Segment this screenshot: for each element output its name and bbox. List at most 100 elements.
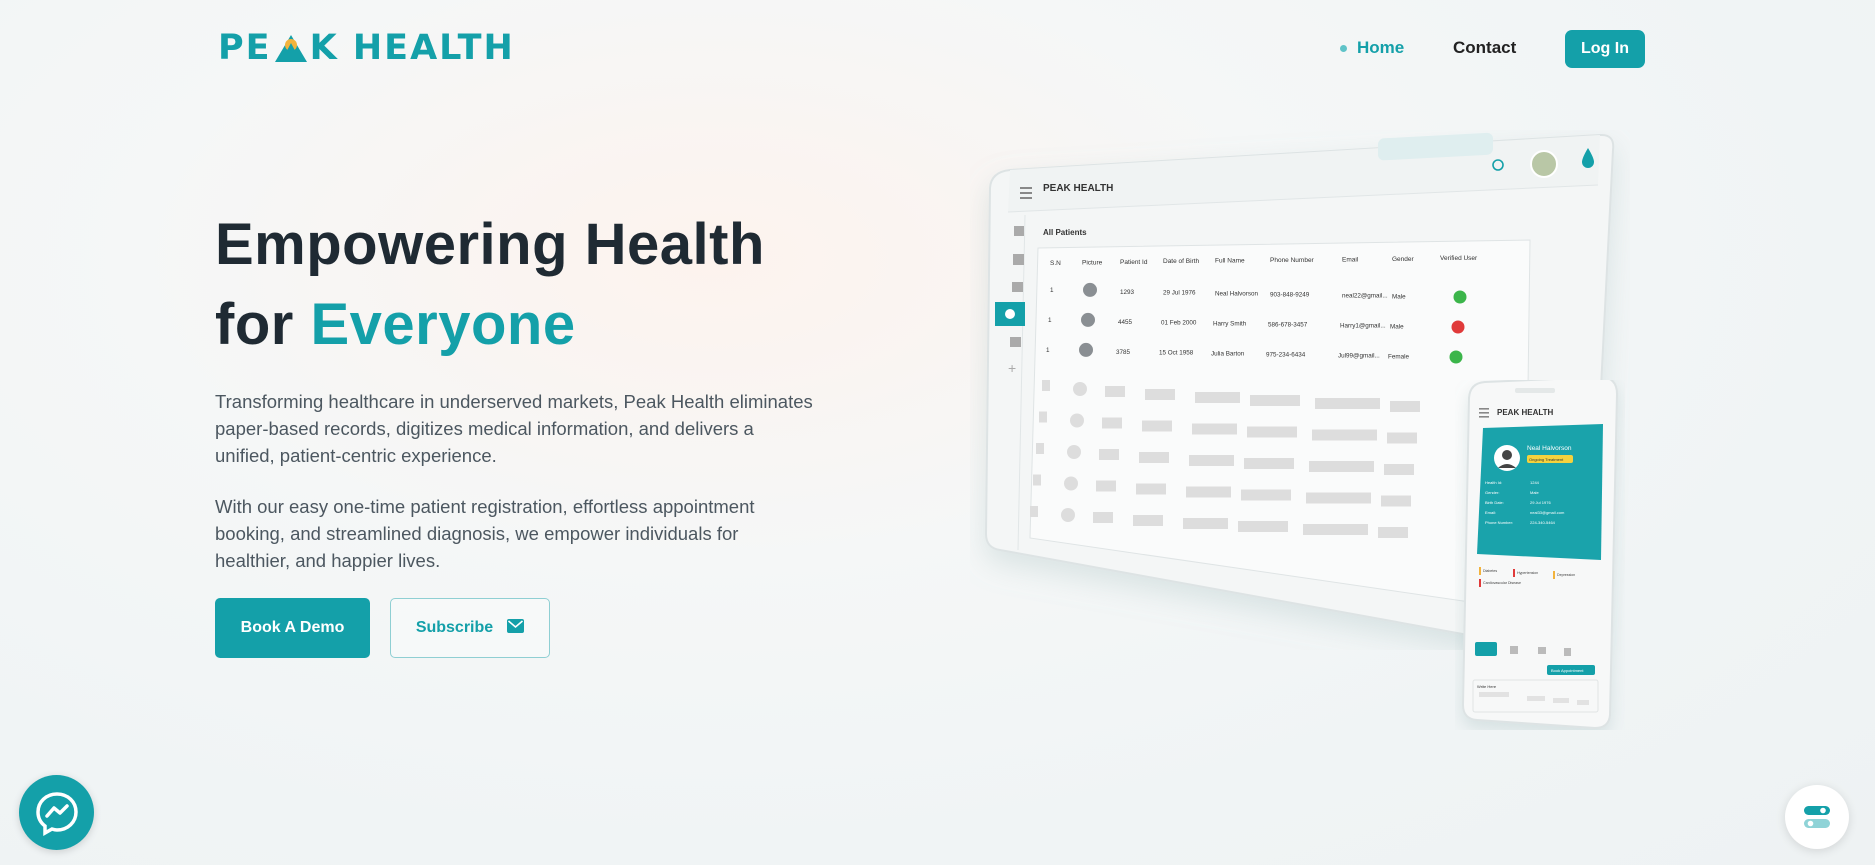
nav-home-link[interactable]: Home xyxy=(1340,38,1404,58)
tablet-column-header: Patient Id xyxy=(1120,259,1148,266)
skeleton-avatar xyxy=(1073,382,1087,396)
phone-tag-marker xyxy=(1553,571,1555,579)
tablet-cell: 1293 xyxy=(1120,289,1135,296)
hero-title: Empowering Health for Everyone xyxy=(215,205,765,365)
skeleton-cell xyxy=(1241,489,1291,501)
skeleton-avatar xyxy=(1067,445,1081,459)
phone-brand: PEAK HEALTH xyxy=(1497,408,1554,417)
product-mockup: PEAK HEALTH + All Patients S.N Picture Pat… xyxy=(970,130,1650,730)
skeleton-cell xyxy=(1315,398,1380,409)
tablet-cell: 975-234-6434 xyxy=(1266,352,1306,359)
skeleton-cell xyxy=(1192,423,1237,435)
skeleton-cell xyxy=(1384,464,1414,475)
tablet-patient-avatar xyxy=(1081,312,1095,327)
login-button[interactable]: Log In xyxy=(1565,30,1645,68)
phone-tag-marker xyxy=(1479,567,1481,575)
skeleton-cell xyxy=(1387,432,1417,444)
phone-field-value: 224-340-5464 xyxy=(1530,520,1556,525)
tablet-cell: 01 Feb 2000 xyxy=(1161,320,1197,327)
mail-icon xyxy=(507,618,525,638)
peak-health-logo[interactable]: PE K HEALTH xyxy=(218,28,515,68)
verified-check-icon xyxy=(1449,350,1463,364)
phone-tab-2 xyxy=(1510,646,1518,654)
tablet-cell: 4455 xyxy=(1118,319,1133,326)
skeleton-cell xyxy=(1238,521,1288,532)
skeleton-cell xyxy=(1139,452,1169,463)
tablet-patient-avatar xyxy=(1083,282,1097,297)
skeleton-cell xyxy=(1036,443,1044,454)
skeleton-cell xyxy=(1030,506,1038,517)
skeleton-cell xyxy=(1189,455,1234,466)
book-demo-button[interactable]: Book A Demo xyxy=(215,598,370,658)
skeleton-cell xyxy=(1183,518,1228,529)
tablet-cell: Jul99@gmail... xyxy=(1338,352,1380,359)
subscribe-button[interactable]: Subscribe xyxy=(390,598,550,658)
skeleton-cell xyxy=(1042,380,1050,391)
tablet-cell: 15 Oct 1958 xyxy=(1159,350,1194,357)
skeleton-cell xyxy=(1093,512,1113,523)
tablet-cell: Julia Barton xyxy=(1211,351,1245,358)
tablet-records-icon xyxy=(1010,337,1021,347)
skeleton-cell xyxy=(1378,527,1408,538)
skeleton-cell xyxy=(1309,461,1374,472)
hero-paragraph-1: Transforming healthcare in underserved m… xyxy=(215,391,813,466)
phone-field-label: Birth Date: xyxy=(1485,500,1504,505)
tablet-cell: Female xyxy=(1388,353,1409,360)
phone-field-label: Phone Number: xyxy=(1485,520,1513,525)
tablet-cell: Neal Halvorson xyxy=(1215,291,1259,298)
logo-mountain-icon xyxy=(274,33,308,63)
tablet-cell: 1 xyxy=(1046,347,1050,354)
skeleton-cell xyxy=(1105,386,1125,397)
tablet-column-header: Email xyxy=(1342,256,1359,263)
skeleton-cell xyxy=(1250,395,1300,406)
phone-book-label: Book Appointment xyxy=(1551,668,1584,673)
skeleton-cell xyxy=(1390,401,1420,412)
tablet-cell: Harry1@gmail... xyxy=(1340,322,1386,329)
skeleton-cell xyxy=(1039,411,1047,423)
skeleton-cell xyxy=(1033,474,1041,486)
phone-mockup: PEAK HEALTH Neal Halvorson Ongoing Treat… xyxy=(1461,380,1619,730)
phone-field-label: Gender: xyxy=(1485,490,1499,495)
tablet-cell: Harry Smith xyxy=(1213,321,1247,328)
tablet-cell: 586-678-3457 xyxy=(1268,322,1308,329)
tablet-column-header: Verified User xyxy=(1440,255,1478,262)
phone-patient-name: Neal Halvorson xyxy=(1527,445,1572,452)
tablet-column-header: Picture xyxy=(1082,259,1103,266)
tablet-cell: 3785 xyxy=(1116,349,1131,356)
tablet-column-header: Date of Birth xyxy=(1163,258,1200,265)
phone-tab-active xyxy=(1475,642,1497,656)
skeleton-cell xyxy=(1136,483,1166,495)
skeleton-cell xyxy=(1186,486,1231,498)
hero-title-line2: for Everyone xyxy=(215,285,765,365)
unverified-x-icon xyxy=(1451,320,1465,334)
tablet-column-header: Full Name xyxy=(1215,258,1245,265)
skeleton-cell xyxy=(1102,417,1122,429)
phone-tag-marker xyxy=(1479,579,1481,587)
phone-tab-3 xyxy=(1538,647,1546,654)
skeleton-cell xyxy=(1312,429,1377,441)
tablet-add-icon: + xyxy=(1008,360,1016,376)
phone-menu-icon xyxy=(1479,408,1489,418)
nav-home-label: Home xyxy=(1357,38,1405,57)
phone-field-label: Health Id: xyxy=(1485,480,1502,485)
phone-field-value: 29 Jul 1976 xyxy=(1530,500,1551,505)
phone-tag: Depression xyxy=(1557,573,1575,577)
skeleton-cell xyxy=(1133,515,1163,526)
dot-icon xyxy=(1340,44,1347,52)
skeleton-cell xyxy=(1099,449,1119,460)
hero-title-line1: Empowering Health xyxy=(215,212,765,277)
tablet-cell: Male xyxy=(1390,323,1404,330)
nav-contact-link[interactable]: Contact xyxy=(1453,38,1516,58)
skeleton-cell xyxy=(1306,492,1371,504)
settings-toggle-widget[interactable] xyxy=(1785,785,1849,849)
tablet-cell: neal22@gmail... xyxy=(1342,292,1388,299)
phone-notes-label: Write Here xyxy=(1477,684,1497,689)
phone-field-value: neal33@gmail.com xyxy=(1530,510,1565,515)
tablet-cell: 29 Jul 1976 xyxy=(1163,290,1196,297)
skeleton-avatar xyxy=(1070,413,1084,428)
messenger-chat-button[interactable] xyxy=(19,775,94,850)
tablet-brand: PEAK HEALTH xyxy=(1043,183,1113,194)
tablet-cell: 1 xyxy=(1048,317,1052,324)
phone-tag: Hypertension xyxy=(1517,571,1538,575)
tablet-dashboard-icon xyxy=(1013,254,1024,265)
